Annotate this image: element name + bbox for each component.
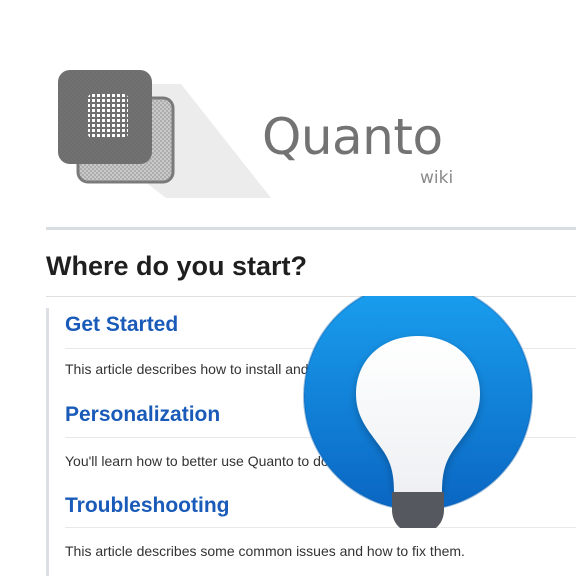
section-description: You'll learn how to better use Quanto to… [65,453,329,469]
brand-name: Quanto [262,108,443,166]
section-link-get-started[interactable]: Get Started [65,314,178,335]
page-title: Where do you start? [46,251,308,281]
lightbulb-icon [303,296,533,528]
logo-icon [58,70,271,198]
section-description: This article describes some common issue… [65,543,465,559]
section-link-personalization[interactable]: Personalization [65,404,220,425]
brand-subtitle: wiki [420,168,454,188]
section-link-troubleshooting[interactable]: Troubleshooting [65,495,229,516]
section-description: This article describes how to install an… [65,361,309,377]
header-divider [46,227,576,230]
